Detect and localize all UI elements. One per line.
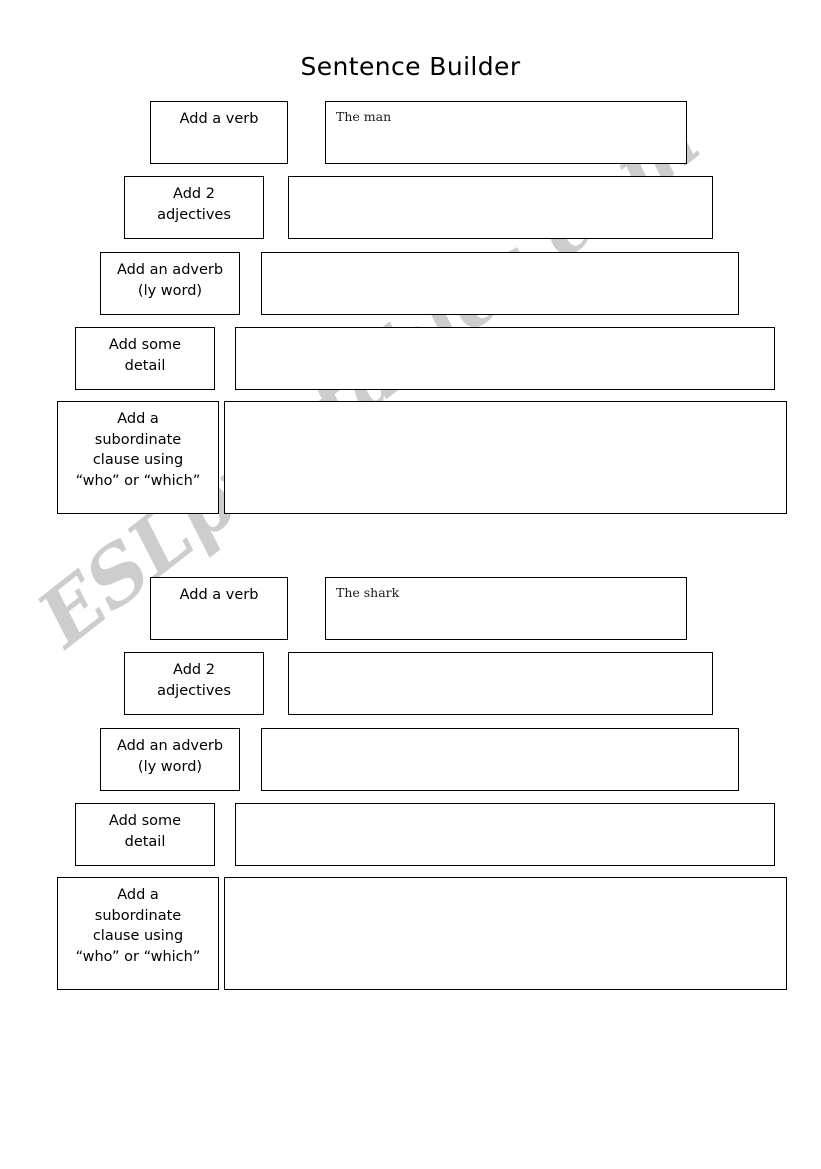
sentence-builder-row: Add a subordinate clause using “who” or “wh… [0, 877, 821, 990]
prompt-box: Add an adverb (ly word) [100, 728, 240, 791]
prompt-label-line: subordinate [94, 431, 182, 448]
answer-box[interactable] [261, 728, 739, 791]
answer-box[interactable] [235, 803, 775, 866]
prompt-label: Add some detail [76, 811, 214, 852]
prompt-label-line: subordinate [94, 907, 182, 924]
answer-box[interactable] [261, 252, 739, 315]
prompt-label-line: “who” or “which” [75, 948, 201, 965]
prompt-label-line: Add a verb [179, 587, 259, 603]
sentence-builder-row: Add an adverb (ly word) [0, 252, 821, 315]
prompt-box: Add a subordinate clause using “who” or “wh… [57, 877, 219, 990]
answer-box[interactable] [235, 327, 775, 390]
prompt-label-line: “who” or “which” [75, 472, 201, 489]
sentence-builder-row: Add some detail [0, 803, 821, 866]
prompt-box: Add some detail [75, 327, 215, 390]
sentence-builder-row: Add some detail [0, 327, 821, 390]
prompt-label: Add an adverb (ly word) [101, 260, 239, 301]
prompt-label-line: adjectives [157, 682, 231, 699]
answer-box[interactable]: The shark [325, 577, 687, 640]
prompt-label: Add a subordinate clause using “who” or “wh… [58, 885, 218, 967]
sentence-builder-row: Add a verb The shark [0, 577, 821, 640]
prompt-label-line: Add a [117, 411, 159, 427]
answer-box[interactable]: The man [325, 101, 687, 164]
prompt-label-line: Add some [108, 813, 182, 829]
prompt-label-line: adjectives [157, 206, 231, 223]
worksheet-page: ESLprintables.com Sentence Builder Add a… [0, 0, 821, 1169]
prompt-label-line: clause using [92, 928, 184, 945]
prompt-label-line: detail [124, 833, 166, 850]
prompt-label-line: clause using [92, 452, 184, 469]
prompt-label-line: Add 2 [173, 186, 215, 202]
prompt-box: Add some detail [75, 803, 215, 866]
prompt-label: Add a verb [151, 585, 287, 606]
answer-box[interactable] [224, 877, 787, 990]
answer-box[interactable] [288, 176, 713, 239]
prompt-label-line: Add a [117, 887, 159, 903]
prompt-label: Add 2 adjectives [125, 660, 263, 701]
answer-box[interactable] [224, 401, 787, 514]
prompt-label-line: Add 2 [173, 662, 215, 678]
answer-box[interactable] [288, 652, 713, 715]
sentence-builder-row: Add a subordinate clause using “who” or “wh… [0, 401, 821, 514]
prompt-label-line: (ly word) [137, 758, 203, 775]
prompt-box: Add a verb [150, 101, 288, 164]
prompt-label: Add 2 adjectives [125, 184, 263, 225]
prompt-label-line: (ly word) [137, 282, 203, 299]
prompt-label-line: Add a verb [179, 111, 259, 127]
sentence-builder-row: Add 2 adjectives [0, 652, 821, 715]
prompt-label-line: Add an adverb [116, 262, 224, 278]
prompt-label: Add a subordinate clause using “who” or “wh… [58, 409, 218, 491]
prompt-label: Add an adverb (ly word) [101, 736, 239, 777]
prompt-box: Add a subordinate clause using “who” or “wh… [57, 401, 219, 514]
sentence-builder-row: Add a verb The man [0, 101, 821, 164]
prompt-label: Add some detail [76, 335, 214, 376]
prompt-box: Add 2 adjectives [124, 652, 264, 715]
prompt-box: Add a verb [150, 577, 288, 640]
prompt-label: Add a verb [151, 109, 287, 130]
page-title: Sentence Builder [300, 52, 521, 81]
sentence-builder-row: Add an adverb (ly word) [0, 728, 821, 791]
prompt-box: Add 2 adjectives [124, 176, 264, 239]
prompt-label-line: detail [124, 357, 166, 374]
prompt-label-line: Add an adverb [116, 738, 224, 754]
prompt-box: Add an adverb (ly word) [100, 252, 240, 315]
prompt-label-line: Add some [108, 337, 182, 353]
sentence-builder-row: Add 2 adjectives [0, 176, 821, 239]
